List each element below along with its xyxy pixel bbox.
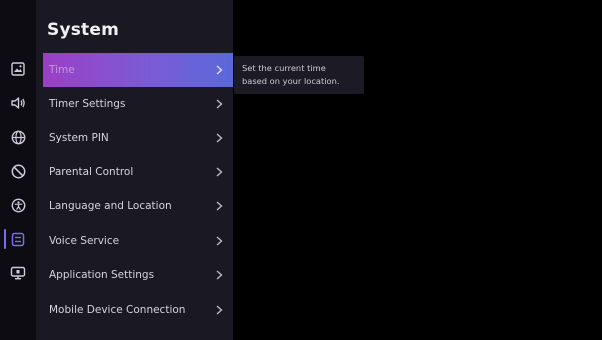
system-settings-panel: System Time Timer Settings System PIN Pa… — [36, 0, 233, 340]
chevron-right-icon — [216, 99, 223, 109]
block-icon[interactable] — [0, 159, 36, 183]
menu-item-label: Language and Location — [49, 200, 172, 212]
system-icon[interactable] — [0, 227, 36, 251]
chevron-right-icon — [216, 65, 223, 75]
page-title: System — [47, 20, 120, 40]
item-description-tooltip: Set the current time based on your locat… — [234, 56, 364, 94]
menu-item-label: Application Settings — [49, 269, 155, 281]
chevron-right-icon — [216, 133, 223, 143]
menu-item-label: Time — [49, 64, 75, 76]
menu-item-label: Timer Settings — [49, 98, 126, 110]
menu-item-application-settings[interactable]: Application Settings — [43, 258, 233, 292]
chevron-right-icon — [216, 270, 223, 280]
menu-item-voice-service[interactable]: Voice Service — [43, 224, 233, 258]
menu-item-parental-control[interactable]: Parental Control — [43, 155, 233, 189]
sound-icon[interactable] — [0, 91, 36, 115]
menu-item-timer-settings[interactable]: Timer Settings — [43, 87, 233, 121]
tooltip-line: Set the current time — [242, 63, 326, 73]
menu-item-system-pin[interactable]: System PIN — [43, 121, 233, 155]
accessibility-icon[interactable] — [0, 193, 36, 217]
menu-item-time[interactable]: Time — [43, 53, 233, 87]
menu-item-mobile-device-connection[interactable]: Mobile Device Connection — [43, 293, 233, 327]
chevron-right-icon — [216, 167, 223, 177]
screen-cast-icon[interactable] — [0, 261, 36, 285]
menu-item-label: Voice Service — [49, 235, 120, 247]
network-globe-icon[interactable] — [0, 125, 36, 149]
settings-category-rail — [0, 0, 36, 340]
menu-item-label: System PIN — [49, 132, 109, 144]
menu-item-language-and-location[interactable]: Language and Location — [43, 189, 233, 223]
menu-item-label: Mobile Device Connection — [49, 304, 186, 316]
picture-icon[interactable] — [0, 57, 36, 81]
menu-item-label: Parental Control — [49, 166, 134, 178]
tooltip-line: based on your location. — [242, 76, 340, 86]
chevron-right-icon — [216, 305, 223, 315]
chevron-right-icon — [216, 236, 223, 246]
chevron-right-icon — [216, 201, 223, 211]
